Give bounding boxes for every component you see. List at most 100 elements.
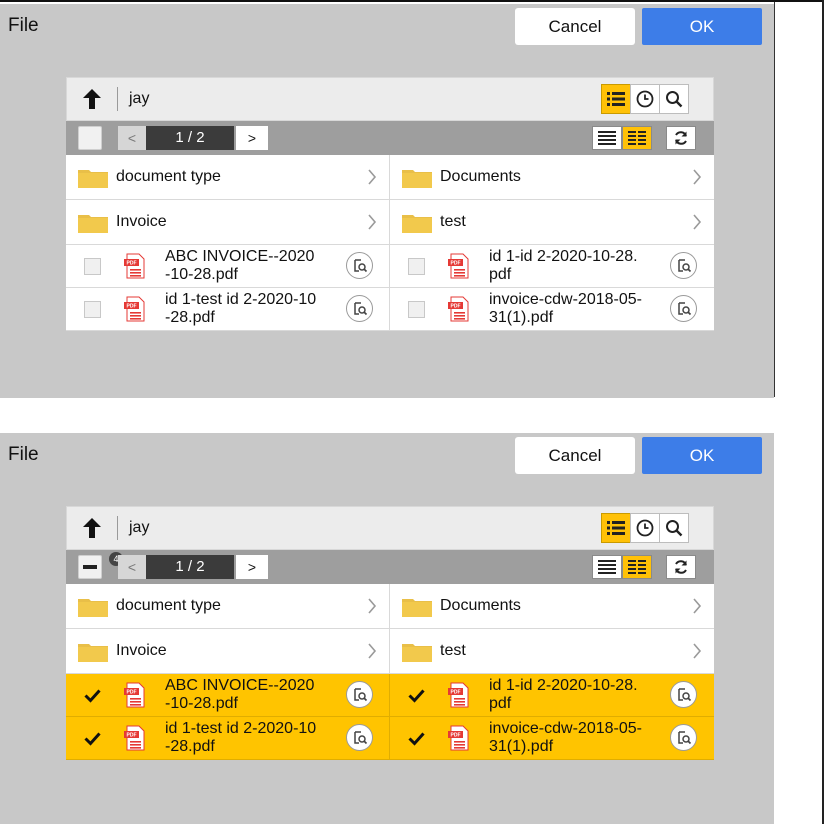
svg-text:PDF: PDF bbox=[451, 304, 461, 310]
file-item[interactable]: PDF id 1-test id 2-2020-10 -28.pdf bbox=[66, 717, 390, 760]
browser-toolbar: jay bbox=[66, 77, 714, 121]
checkmark-icon bbox=[84, 689, 101, 703]
refresh-button[interactable] bbox=[666, 555, 696, 579]
file-name-line2: -10-28.pdf bbox=[165, 266, 238, 283]
svg-text:PDF: PDF bbox=[127, 733, 137, 739]
file-item[interactable]: PDF ABC INVOICE--2020 -10-28.pdf bbox=[66, 245, 390, 288]
file-name-line1: invoice-cdw-2018-05- bbox=[489, 720, 642, 737]
checkmark-icon bbox=[84, 732, 101, 746]
folder-icon bbox=[402, 170, 432, 188]
folder-label: test bbox=[440, 642, 466, 659]
file-checkbox[interactable] bbox=[408, 258, 425, 275]
file-checkbox[interactable] bbox=[84, 301, 101, 318]
ok-button[interactable]: OK bbox=[642, 437, 762, 474]
file-item[interactable]: PDF id 1-id 2-2020-10-28. pdf bbox=[390, 674, 714, 717]
preview-button[interactable] bbox=[670, 295, 697, 322]
recent-button[interactable] bbox=[630, 84, 660, 114]
dialog-header: File Cancel OK bbox=[0, 4, 774, 48]
previous-page-button[interactable]: < bbox=[118, 126, 146, 150]
checkmark-icon bbox=[408, 689, 425, 703]
refresh-icon bbox=[675, 131, 687, 145]
top-border-line bbox=[0, 0, 824, 2]
pdf-file-icon: PDF bbox=[124, 725, 145, 751]
file-checkbox[interactable] bbox=[84, 730, 101, 747]
file-item[interactable]: PDF ABC INVOICE--2020 -10-28.pdf bbox=[66, 674, 390, 717]
up-arrow-icon[interactable] bbox=[79, 86, 105, 112]
refresh-button[interactable] bbox=[666, 126, 696, 150]
pagination-bar: 4 < 1 / 2 > bbox=[66, 550, 714, 584]
folder-icon bbox=[402, 644, 432, 662]
preview-button[interactable] bbox=[670, 724, 697, 751]
file-checkbox[interactable] bbox=[408, 687, 425, 704]
folder-item[interactable]: Invoice bbox=[66, 629, 390, 674]
pdf-file-icon: PDF bbox=[124, 253, 145, 279]
folder-icon bbox=[78, 170, 108, 188]
preview-button[interactable] bbox=[346, 724, 373, 751]
two-column-button[interactable] bbox=[622, 126, 652, 150]
folder-item[interactable]: Documents bbox=[390, 584, 714, 629]
folder-item[interactable]: Documents bbox=[390, 155, 714, 200]
file-checkbox[interactable] bbox=[408, 730, 425, 747]
cancel-button[interactable]: Cancel bbox=[515, 8, 635, 45]
recent-button[interactable] bbox=[630, 513, 660, 543]
file-name: id 1-id 2-2020-10-28. pdf bbox=[489, 677, 669, 713]
file-name: id 1-test id 2-2020-10 -28.pdf bbox=[165, 720, 345, 756]
svg-text:PDF: PDF bbox=[451, 690, 461, 696]
cancel-button[interactable]: Cancel bbox=[515, 437, 635, 474]
search-button[interactable] bbox=[659, 513, 689, 543]
single-column-button[interactable] bbox=[592, 126, 622, 150]
file-checkbox[interactable] bbox=[84, 258, 101, 275]
folder-icon bbox=[78, 215, 108, 233]
next-page-button[interactable]: > bbox=[236, 126, 268, 150]
file-checkbox[interactable] bbox=[408, 301, 425, 318]
pagination-bar: < 1 / 2 > bbox=[66, 121, 714, 155]
ok-button[interactable]: OK bbox=[642, 8, 762, 45]
single-column-button[interactable] bbox=[592, 555, 622, 579]
two-column-button[interactable] bbox=[622, 555, 652, 579]
chevron-right-icon bbox=[693, 643, 702, 659]
preview-button[interactable] bbox=[346, 252, 373, 279]
folder-item[interactable]: document type bbox=[66, 584, 390, 629]
select-all-checkbox[interactable]: 4 bbox=[78, 552, 123, 579]
file-grid: document type Documents Invoice test PDF ABC … bbox=[66, 155, 714, 331]
folder-label: Invoice bbox=[116, 213, 167, 230]
browser-toolbar: jay bbox=[66, 506, 714, 550]
svg-text:PDF: PDF bbox=[451, 261, 461, 267]
file-name-line1: id 1-id 2-2020-10-28. bbox=[489, 248, 638, 265]
preview-button[interactable] bbox=[670, 681, 697, 708]
preview-icon bbox=[677, 258, 691, 272]
preview-button[interactable] bbox=[670, 252, 697, 279]
file-item[interactable]: PDF invoice-cdw-2018-05- 31(1).pdf bbox=[390, 288, 714, 331]
previous-page-button[interactable]: < bbox=[118, 555, 146, 579]
file-item[interactable]: PDF invoice-cdw-2018-05- 31(1).pdf bbox=[390, 717, 714, 760]
refresh-icon bbox=[675, 560, 687, 574]
file-item[interactable]: PDF id 1-test id 2-2020-10 -28.pdf bbox=[66, 288, 390, 331]
file-item[interactable]: PDF id 1-id 2-2020-10-28. pdf bbox=[390, 245, 714, 288]
file-name-line2: pdf bbox=[489, 266, 512, 283]
folder-item[interactable]: Invoice bbox=[66, 200, 390, 245]
folder-item[interactable]: document type bbox=[66, 155, 390, 200]
file-name-line1: id 1-id 2-2020-10-28. bbox=[489, 677, 638, 694]
folder-item[interactable]: test bbox=[390, 200, 714, 245]
file-name-line2: -28.pdf bbox=[165, 309, 215, 326]
list-view-button[interactable] bbox=[601, 84, 631, 114]
view-mode-group bbox=[601, 513, 689, 543]
up-arrow-icon[interactable] bbox=[79, 515, 105, 541]
search-button[interactable] bbox=[659, 84, 689, 114]
select-all-checkbox[interactable] bbox=[78, 126, 102, 150]
file-checkbox[interactable] bbox=[84, 687, 101, 704]
layout-toggle-group bbox=[592, 126, 652, 150]
preview-button[interactable] bbox=[346, 681, 373, 708]
preview-icon bbox=[677, 301, 691, 315]
search-icon bbox=[666, 91, 683, 108]
list-view-button[interactable] bbox=[601, 513, 631, 543]
pdf-file-icon: PDF bbox=[124, 682, 145, 708]
pdf-file-icon: PDF bbox=[124, 296, 145, 322]
svg-text:PDF: PDF bbox=[127, 690, 137, 696]
file-browser: jay bbox=[66, 77, 714, 331]
next-page-button[interactable]: > bbox=[236, 555, 268, 579]
list-view-icon bbox=[607, 92, 625, 106]
preview-button[interactable] bbox=[346, 295, 373, 322]
file-name: ABC INVOICE--2020 -10-28.pdf bbox=[165, 248, 345, 284]
folder-item[interactable]: test bbox=[390, 629, 714, 674]
